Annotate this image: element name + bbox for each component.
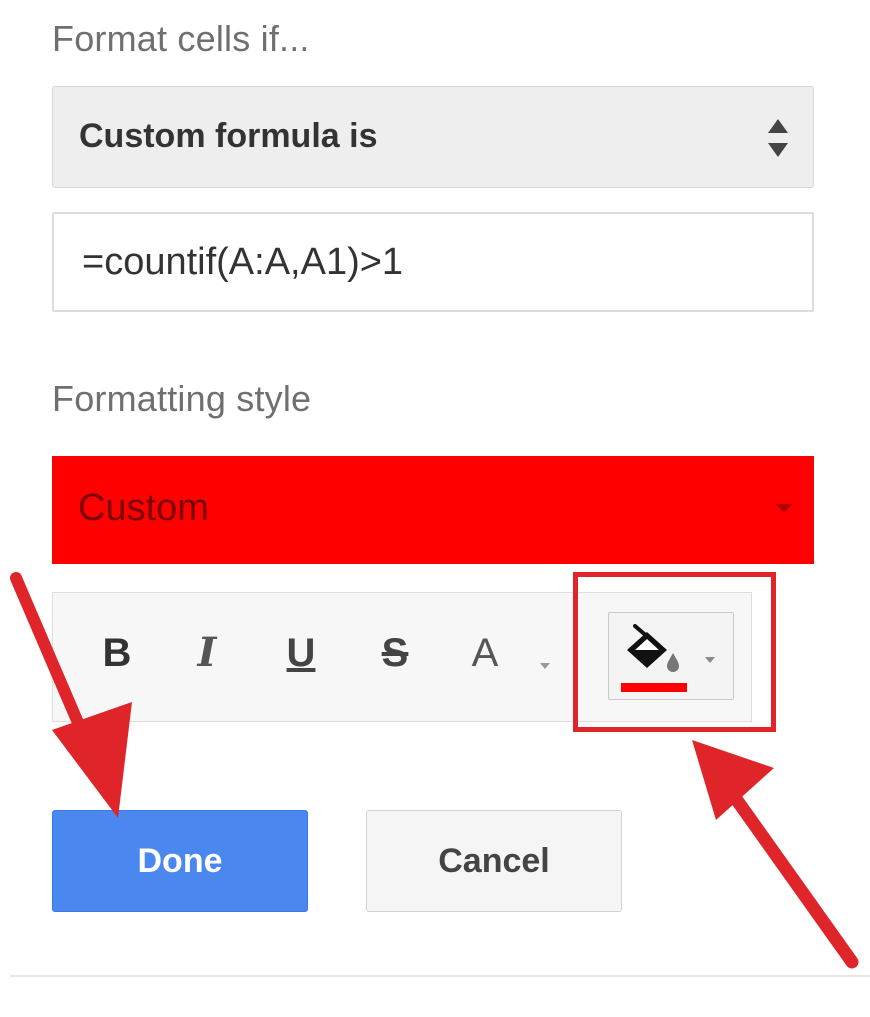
chevron-down-icon [776, 504, 792, 513]
divider [10, 975, 870, 977]
done-button[interactable]: Done [52, 810, 308, 912]
cancel-button[interactable]: Cancel [366, 810, 622, 912]
arrow-to-fill-icon [692, 740, 859, 969]
conditional-format-panel: Format cells if... Custom formula is For… [0, 0, 870, 1017]
strikethrough-button[interactable]: S [371, 623, 419, 683]
condition-value: Custom formula is [79, 117, 378, 155]
condition-dropdown[interactable]: Custom formula is [52, 86, 814, 188]
formatting-style-dropdown[interactable]: Custom [52, 456, 814, 564]
up-down-arrows-icon [768, 119, 788, 157]
italic-button[interactable]: I [185, 623, 229, 683]
bold-button[interactable]: B [95, 623, 139, 683]
underline-button[interactable]: U [279, 623, 323, 683]
formula-input[interactable] [52, 212, 814, 312]
format-cells-label: Format cells if... [52, 18, 310, 59]
formatting-style-value: Custom [78, 487, 209, 529]
chevron-down-icon[interactable] [540, 663, 550, 669]
formatting-style-label: Formatting style [52, 378, 312, 419]
annotation-highlight-box [573, 572, 776, 732]
text-color-button[interactable]: A [461, 623, 509, 683]
